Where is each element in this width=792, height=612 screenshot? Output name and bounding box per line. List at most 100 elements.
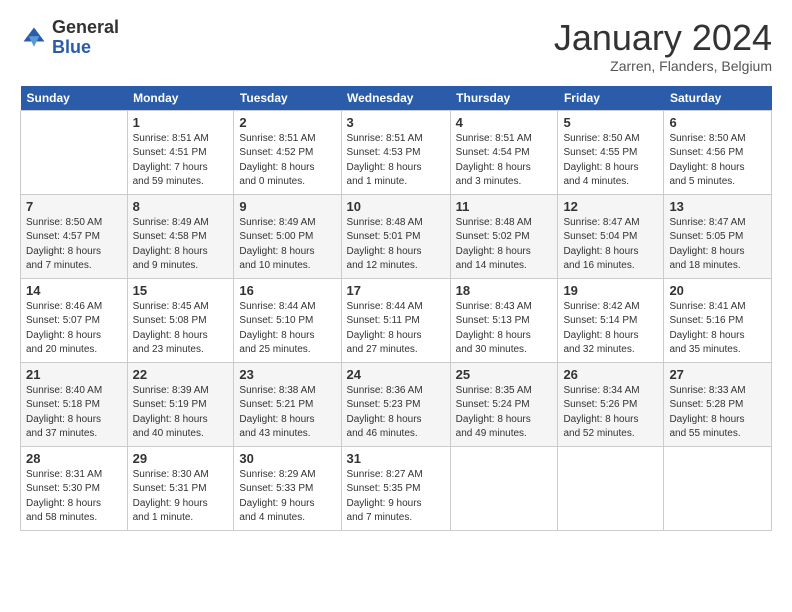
weekday-header-sunday: Sunday — [21, 86, 128, 111]
weekday-header-monday: Monday — [127, 86, 234, 111]
month-title: January 2024 — [554, 18, 772, 58]
day-number: 9 — [239, 199, 335, 214]
day-number: 14 — [26, 283, 122, 298]
calendar-cell — [21, 110, 128, 194]
calendar-cell: 6 Sunrise: 8:50 AM Sunset: 4:56 PM Daylig… — [664, 110, 772, 194]
calendar-week-4: 21Sunrise: 8:40 AM Sunset: 5:18 PM Dayli… — [21, 362, 772, 446]
calendar-cell: 16Sunrise: 8:44 AM Sunset: 5:10 PM Dayli… — [234, 278, 341, 362]
day-info: Sunrise: 8:47 AM Sunset: 5:05 PM Dayligh… — [669, 216, 766, 274]
calendar-cell: 30 Sunrise: 8:29 AM Sunset: 5:33 PM Dayli… — [234, 446, 341, 530]
calendar-cell — [558, 446, 664, 530]
calendar-cell: 7 Sunrise: 8:50 AM Sunset: 4:57 PM Daylig… — [21, 194, 128, 278]
day-info: Sunrise: 8:31 AM Sunset: 5:30 PM Dayligh… — [26, 468, 122, 526]
day-number: 23 — [239, 367, 335, 382]
day-info: Sunrise: 8:51 AM Sunset: 4:53 PM Dayligh… — [347, 132, 445, 190]
day-info: Sunrise: 8:44 AM Sunset: 5:11 PM Dayligh… — [347, 300, 445, 358]
day-info: Sunrise: 8:48 AM Sunset: 5:01 PM Dayligh… — [347, 216, 445, 274]
day-info: Sunrise: 8:39 AM Sunset: 5:19 PM Dayligh… — [133, 384, 229, 442]
calendar-cell: 17 Sunrise: 8:44 AM Sunset: 5:11 PM Dayli… — [341, 278, 450, 362]
day-info: Sunrise: 8:41 AM Sunset: 5:16 PM Dayligh… — [669, 300, 766, 358]
day-info: Sunrise: 8:51 AM Sunset: 4:51 PM Dayligh… — [133, 132, 229, 190]
day-number: 6 — [669, 115, 766, 130]
calendar-cell: 26 Sunrise: 8:34 AM Sunset: 5:26 PM Dayli… — [558, 362, 664, 446]
weekday-header-wednesday: Wednesday — [341, 86, 450, 111]
weekday-header-saturday: Saturday — [664, 86, 772, 111]
day-number: 2 — [239, 115, 335, 130]
day-info: Sunrise: 8:48 AM Sunset: 5:02 PM Dayligh… — [456, 216, 553, 274]
page-header: General Blue January 2024 Zarren, Flande… — [20, 18, 772, 74]
day-number: 15 — [133, 283, 229, 298]
day-info: Sunrise: 8:51 AM Sunset: 4:52 PM Dayligh… — [239, 132, 335, 190]
day-info: Sunrise: 8:43 AM Sunset: 5:13 PM Dayligh… — [456, 300, 553, 358]
calendar-header: SundayMondayTuesdayWednesdayThursdayFrid… — [21, 86, 772, 111]
calendar-cell: 20 Sunrise: 8:41 AM Sunset: 5:16 PM Dayli… — [664, 278, 772, 362]
calendar-cell: 10 Sunrise: 8:48 AM Sunset: 5:01 PM Dayli… — [341, 194, 450, 278]
calendar-cell: 19 Sunrise: 8:42 AM Sunset: 5:14 PM Dayli… — [558, 278, 664, 362]
day-number: 10 — [347, 199, 445, 214]
day-number: 7 — [26, 199, 122, 214]
calendar-cell: 9Sunrise: 8:49 AM Sunset: 5:00 PM Daylig… — [234, 194, 341, 278]
calendar-cell: 8Sunrise: 8:49 AM Sunset: 4:58 PM Daylig… — [127, 194, 234, 278]
calendar-cell: 5Sunrise: 8:50 AM Sunset: 4:55 PM Daylig… — [558, 110, 664, 194]
day-info: Sunrise: 8:27 AM Sunset: 5:35 PM Dayligh… — [347, 468, 445, 526]
title-block: January 2024 Zarren, Flanders, Belgium — [554, 18, 772, 74]
calendar-cell — [664, 446, 772, 530]
day-info: Sunrise: 8:34 AM Sunset: 5:26 PM Dayligh… — [563, 384, 658, 442]
calendar-cell: 11 Sunrise: 8:48 AM Sunset: 5:02 PM Dayli… — [450, 194, 558, 278]
day-number: 26 — [563, 367, 658, 382]
day-number: 20 — [669, 283, 766, 298]
calendar-body: 1 Sunrise: 8:51 AM Sunset: 4:51 PM Daylig… — [21, 110, 772, 530]
day-info: Sunrise: 8:33 AM Sunset: 5:28 PM Dayligh… — [669, 384, 766, 442]
day-info: Sunrise: 8:30 AM Sunset: 5:31 PM Dayligh… — [133, 468, 229, 526]
weekday-header-tuesday: Tuesday — [234, 86, 341, 111]
calendar-week-3: 14 Sunrise: 8:46 AM Sunset: 5:07 PM Dayli… — [21, 278, 772, 362]
day-info: Sunrise: 8:29 AM Sunset: 5:33 PM Dayligh… — [239, 468, 335, 526]
day-info: Sunrise: 8:38 AM Sunset: 5:21 PM Dayligh… — [239, 384, 335, 442]
day-number: 11 — [456, 199, 553, 214]
calendar-cell: 18 Sunrise: 8:43 AM Sunset: 5:13 PM Dayli… — [450, 278, 558, 362]
day-number: 19 — [563, 283, 658, 298]
calendar-cell: 14 Sunrise: 8:46 AM Sunset: 5:07 PM Dayli… — [21, 278, 128, 362]
calendar-cell: 23 Sunrise: 8:38 AM Sunset: 5:21 PM Dayli… — [234, 362, 341, 446]
calendar-cell: 21Sunrise: 8:40 AM Sunset: 5:18 PM Dayli… — [21, 362, 128, 446]
calendar-week-1: 1 Sunrise: 8:51 AM Sunset: 4:51 PM Daylig… — [21, 110, 772, 194]
day-number: 18 — [456, 283, 553, 298]
day-info: Sunrise: 8:51 AM Sunset: 4:54 PM Dayligh… — [456, 132, 553, 190]
calendar-cell: 12Sunrise: 8:47 AM Sunset: 5:04 PM Dayli… — [558, 194, 664, 278]
logo-general: General — [52, 17, 119, 37]
day-info: Sunrise: 8:42 AM Sunset: 5:14 PM Dayligh… — [563, 300, 658, 358]
calendar-week-5: 28 Sunrise: 8:31 AM Sunset: 5:30 PM Dayli… — [21, 446, 772, 530]
day-info: Sunrise: 8:50 AM Sunset: 4:55 PM Dayligh… — [563, 132, 658, 190]
day-info: Sunrise: 8:50 AM Sunset: 4:57 PM Dayligh… — [26, 216, 122, 274]
day-number: 30 — [239, 451, 335, 466]
calendar-cell: 29 Sunrise: 8:30 AM Sunset: 5:31 PM Dayli… — [127, 446, 234, 530]
day-number: 29 — [133, 451, 229, 466]
calendar-cell: 22Sunrise: 8:39 AM Sunset: 5:19 PM Dayli… — [127, 362, 234, 446]
logo: General Blue — [20, 18, 119, 58]
calendar-cell — [450, 446, 558, 530]
day-number: 24 — [347, 367, 445, 382]
calendar-cell: 27 Sunrise: 8:33 AM Sunset: 5:28 PM Dayli… — [664, 362, 772, 446]
day-number: 27 — [669, 367, 766, 382]
day-info: Sunrise: 8:47 AM Sunset: 5:04 PM Dayligh… — [563, 216, 658, 274]
logo-blue: Blue — [52, 37, 91, 57]
day-number: 13 — [669, 199, 766, 214]
calendar-cell: 24 Sunrise: 8:36 AM Sunset: 5:23 PM Dayli… — [341, 362, 450, 446]
weekday-header-friday: Friday — [558, 86, 664, 111]
weekday-header-row: SundayMondayTuesdayWednesdayThursdayFrid… — [21, 86, 772, 111]
day-info: Sunrise: 8:46 AM Sunset: 5:07 PM Dayligh… — [26, 300, 122, 358]
calendar-cell: 25 Sunrise: 8:35 AM Sunset: 5:24 PM Dayli… — [450, 362, 558, 446]
day-info: Sunrise: 8:50 AM Sunset: 4:56 PM Dayligh… — [669, 132, 766, 190]
day-number: 25 — [456, 367, 553, 382]
calendar-cell: 1 Sunrise: 8:51 AM Sunset: 4:51 PM Daylig… — [127, 110, 234, 194]
day-info: Sunrise: 8:35 AM Sunset: 5:24 PM Dayligh… — [456, 384, 553, 442]
day-info: Sunrise: 8:49 AM Sunset: 4:58 PM Dayligh… — [133, 216, 229, 274]
weekday-header-thursday: Thursday — [450, 86, 558, 111]
day-info: Sunrise: 8:44 AM Sunset: 5:10 PM Dayligh… — [239, 300, 335, 358]
day-number: 31 — [347, 451, 445, 466]
logo-text: General Blue — [52, 18, 119, 58]
day-number: 1 — [133, 115, 229, 130]
day-info: Sunrise: 8:36 AM Sunset: 5:23 PM Dayligh… — [347, 384, 445, 442]
day-number: 28 — [26, 451, 122, 466]
day-number: 17 — [347, 283, 445, 298]
